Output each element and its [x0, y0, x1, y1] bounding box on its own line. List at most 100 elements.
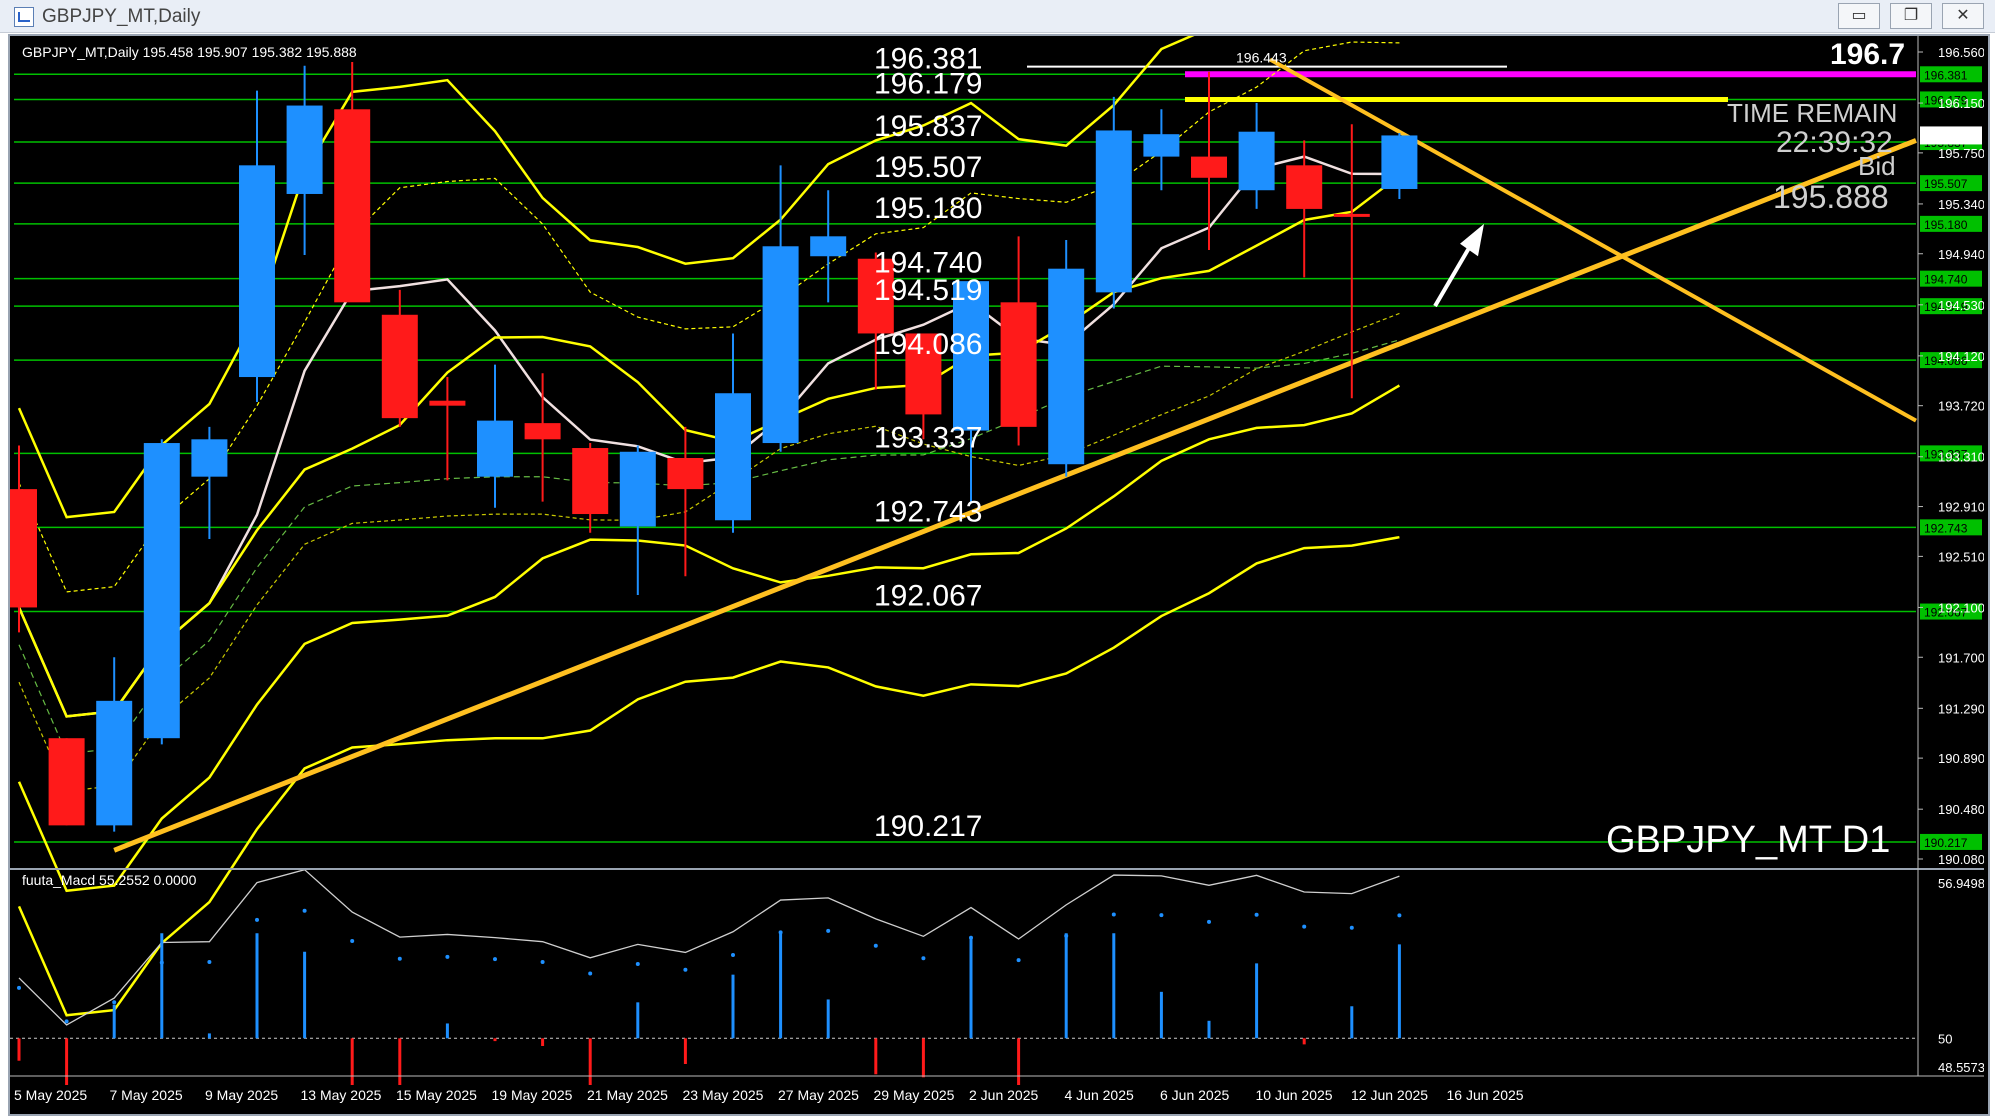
macd-axis-label: 48.5573	[1938, 1060, 1984, 1075]
window-titlebar: GBPJPY_MT,Daily ▭ ❐ ✕	[0, 0, 1995, 33]
level-label: 193.337	[874, 421, 982, 454]
candle-body	[1286, 165, 1323, 209]
candle-body	[667, 457, 704, 490]
level-label: 195.837	[874, 110, 982, 143]
candle-body	[191, 439, 228, 477]
macd-dot	[397, 956, 402, 961]
price-tick-label: 190.890	[1938, 751, 1984, 766]
macd-dot	[1349, 925, 1354, 930]
macd-dot	[255, 917, 259, 922]
level-axis-text: 194.740	[1924, 273, 1968, 287]
candle-body	[524, 423, 561, 440]
macd-dot	[64, 1019, 69, 1024]
candle-body	[1238, 131, 1275, 191]
candle-body	[239, 165, 275, 378]
price-tick-label: 195.750	[1938, 146, 1984, 161]
date-label: 13 May 2025	[301, 1087, 382, 1103]
level-axis-text: 195.180	[1924, 218, 1968, 232]
candle-body	[1333, 213, 1370, 217]
macd-dot	[778, 930, 783, 935]
close-button[interactable]: ✕	[1942, 3, 1984, 29]
uptrend-line	[113, 138, 1917, 853]
price-tick-label: 192.910	[1938, 500, 1984, 515]
dashed-band-upper	[18, 41, 1400, 593]
date-label: 19 May 2025	[492, 1087, 573, 1103]
lower-envelope-band-2	[17, 535, 1400, 1017]
candle-body	[10, 489, 37, 608]
macd-dot	[873, 943, 878, 948]
high-marker-label: 196.443	[1236, 50, 1287, 66]
candle-body	[1095, 130, 1132, 293]
current-price-tag	[1920, 126, 1982, 145]
date-label: 6 Jun 2025	[1160, 1087, 1229, 1103]
symbol-label: GBPJPY_MT D1	[1606, 819, 1890, 861]
date-label: 9 May 2025	[205, 1087, 278, 1103]
level-label: 192.067	[874, 580, 982, 613]
level-labels: 196.381196.381196.179196.179195.837195.8…	[874, 42, 1982, 850]
app-icon	[14, 7, 34, 27]
ohlc-header: GBPJPY_MT,Daily 195.458 195.907 195.382 …	[22, 44, 357, 60]
macd-axis-label: 56.9498	[1938, 876, 1984, 891]
candle-body	[48, 738, 85, 826]
date-label: 29 May 2025	[874, 1087, 955, 1103]
level-label: 194.519	[874, 274, 982, 307]
restore-button[interactable]: ❐	[1890, 3, 1932, 29]
time-remain-label: TIME REMAIN	[1727, 98, 1897, 128]
macd-dot	[1302, 924, 1307, 929]
date-label: 4 Jun 2025	[1065, 1087, 1134, 1103]
candle-body	[810, 236, 847, 257]
macd-dot	[683, 967, 688, 972]
macd-dot	[921, 956, 926, 961]
dashed-band-lower	[18, 312, 1400, 792]
macd-dot	[17, 985, 21, 990]
minimize-button[interactable]: ▭	[1838, 3, 1880, 29]
macd-dot	[350, 938, 355, 943]
price-tick-label: 193.310	[1938, 450, 1984, 465]
price-tick-label: 193.720	[1938, 399, 1984, 414]
price-tick-label: 192.100	[1938, 600, 1984, 615]
candle-body	[429, 400, 466, 406]
macd-signal-line	[18, 868, 1400, 1026]
candle-body	[286, 105, 323, 194]
candle-body	[477, 420, 513, 477]
date-label: 16 Jun 2025	[1447, 1087, 1524, 1103]
price-tick-label: 191.700	[1938, 650, 1984, 665]
price-tick-label: 191.290	[1938, 701, 1984, 716]
candle-body	[715, 393, 751, 521]
date-label: 7 May 2025	[110, 1087, 183, 1103]
level-axis-text: 195.507	[1924, 177, 1968, 191]
arrow-shaft	[1433, 245, 1472, 308]
price-tick-label: 194.940	[1938, 247, 1984, 262]
date-label: 10 Jun 2025	[1256, 1087, 1333, 1103]
corner-price: 196.7	[1830, 38, 1905, 71]
level-label: 194.086	[874, 328, 982, 361]
candle-body	[96, 700, 133, 826]
macd-dot	[493, 957, 497, 962]
window-title: GBPJPY_MT,Daily	[42, 6, 201, 27]
macd-dot	[635, 961, 640, 966]
macd-dot	[302, 908, 307, 913]
price-tick-label: 194.120	[1938, 349, 1984, 364]
price-tick-label: 195.340	[1938, 197, 1984, 212]
level-label: 195.507	[874, 151, 982, 184]
macd-dot	[445, 954, 450, 959]
price-tick-label: 196.560	[1938, 45, 1984, 60]
macd-dot	[731, 952, 735, 957]
macd-dot	[1111, 912, 1116, 917]
macd-dot	[588, 971, 593, 976]
macd-dot	[207, 960, 212, 965]
candle-body	[1000, 302, 1037, 427]
macd-dot	[969, 935, 973, 940]
level-label: 196.179	[874, 67, 982, 100]
candles	[10, 61, 1418, 832]
macd-dot	[112, 1000, 117, 1005]
macd-axis-label: 50	[1938, 1031, 1952, 1046]
level-label: 192.743	[874, 495, 982, 528]
macd-dot	[1397, 913, 1402, 918]
level-axis-text: 196.381	[1924, 68, 1968, 82]
macd-panel: 56.9498 50 48.5573	[10, 868, 1984, 1086]
level-axis-text: 192.743	[1924, 521, 1968, 535]
price-chart[interactable]: 196.381196.381196.179196.179195.837195.8…	[10, 36, 1984, 1110]
date-label: 15 May 2025	[396, 1087, 477, 1103]
candle-body	[1143, 134, 1180, 157]
